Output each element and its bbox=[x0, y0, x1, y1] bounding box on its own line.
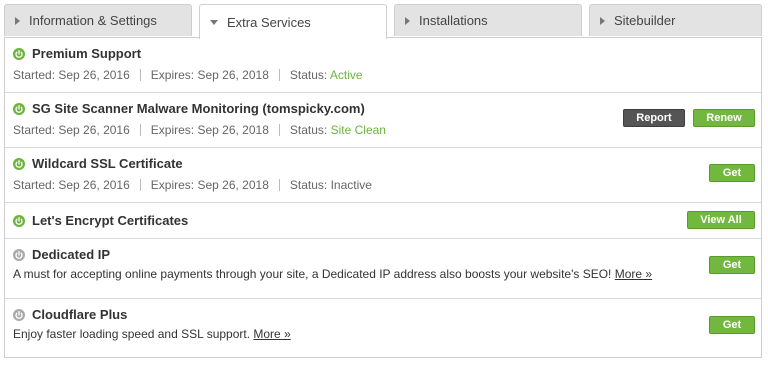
service-title-line: Premium Support bbox=[13, 46, 141, 61]
description-text: Enjoy faster loading speed and SSL suppo… bbox=[13, 327, 251, 341]
service-meta: Started: Sep 26, 2016 Expires: Sep 26, 20… bbox=[13, 68, 363, 82]
triangle-right-icon bbox=[600, 16, 605, 25]
expires-label: Expires: bbox=[150, 178, 195, 192]
service-title-line: Dedicated IP bbox=[13, 247, 110, 262]
power-off-icon bbox=[13, 248, 25, 261]
power-on-icon bbox=[13, 102, 25, 115]
service-row-dedicated-ip: Dedicated IP A must for accepting online… bbox=[5, 239, 761, 299]
tab-extra-services[interactable]: Extra Services bbox=[199, 4, 387, 39]
tab-label: Installations bbox=[419, 13, 488, 28]
expires-label: Expires: bbox=[150, 68, 195, 82]
service-title-line: SG Site Scanner Malware Monitoring (toms… bbox=[13, 101, 365, 116]
tab-information-settings[interactable]: Information & Settings bbox=[4, 4, 192, 36]
divider bbox=[139, 124, 141, 136]
triangle-right-icon bbox=[405, 16, 410, 25]
service-title: Wildcard SSL Certificate bbox=[32, 156, 183, 171]
expires-date: Sep 26, 2018 bbox=[197, 178, 269, 192]
expires-label: Expires: bbox=[150, 123, 195, 137]
started-date: Sep 26, 2016 bbox=[58, 178, 130, 192]
get-button[interactable]: Get bbox=[709, 164, 755, 182]
started-label: Started: bbox=[13, 123, 56, 137]
tab-label: Information & Settings bbox=[29, 13, 157, 28]
more-link[interactable]: More » bbox=[615, 267, 652, 281]
power-on-icon bbox=[13, 47, 25, 60]
expires-date: Sep 26, 2018 bbox=[197, 123, 269, 137]
status-value: Site Clean bbox=[330, 123, 386, 137]
service-title: Cloudflare Plus bbox=[32, 307, 128, 322]
report-button[interactable]: Report bbox=[623, 109, 685, 127]
power-on-icon bbox=[13, 214, 25, 227]
service-row-cloudflare-plus: Cloudflare Plus Enjoy faster loading spe… bbox=[5, 299, 761, 357]
status-value: Inactive bbox=[330, 178, 372, 192]
tab-installations[interactable]: Installations bbox=[394, 4, 582, 36]
view-all-button[interactable]: View All bbox=[687, 211, 755, 229]
divider bbox=[278, 124, 280, 136]
expires-date: Sep 26, 2018 bbox=[197, 68, 269, 82]
services-panel: Premium Support Started: Sep 26, 2016 Exp… bbox=[4, 37, 762, 358]
tab-sitebuilder[interactable]: Sitebuilder bbox=[589, 4, 762, 36]
triangle-right-icon bbox=[15, 16, 20, 25]
service-title: SG Site Scanner Malware Monitoring (toms… bbox=[32, 101, 365, 116]
power-on-icon bbox=[13, 157, 25, 170]
status-label: Status: bbox=[289, 178, 328, 192]
started-label: Started: bbox=[13, 68, 56, 82]
divider bbox=[278, 179, 280, 191]
service-description: A must for accepting online payments thr… bbox=[13, 267, 652, 281]
divider bbox=[139, 69, 141, 81]
service-row-lets-encrypt: Let's Encrypt Certificates View All bbox=[5, 203, 761, 239]
service-row-premium-support: Premium Support Started: Sep 26, 2016 Exp… bbox=[5, 38, 761, 93]
service-title: Let's Encrypt Certificates bbox=[32, 213, 189, 228]
triangle-down-icon bbox=[210, 19, 218, 25]
description-text: A must for accepting online payments thr… bbox=[13, 267, 612, 281]
divider bbox=[278, 69, 280, 81]
service-description: Enjoy faster loading speed and SSL suppo… bbox=[13, 327, 291, 341]
service-title-line: Let's Encrypt Certificates bbox=[13, 213, 188, 228]
get-button[interactable]: Get bbox=[709, 256, 755, 274]
started-label: Started: bbox=[13, 178, 56, 192]
service-title-line: Cloudflare Plus bbox=[13, 307, 127, 322]
service-title: Dedicated IP bbox=[32, 247, 111, 262]
tab-bar: Information & Settings Extra Services In… bbox=[4, 4, 762, 39]
service-meta: Started: Sep 26, 2016 Expires: Sep 26, 20… bbox=[13, 178, 372, 192]
status-value: Active bbox=[329, 68, 363, 82]
service-title: Premium Support bbox=[32, 46, 142, 61]
service-meta: Started: Sep 26, 2016 Expires: Sep 26, 20… bbox=[13, 123, 386, 137]
service-row-wildcard-ssl: Wildcard SSL Certificate Started: Sep 26… bbox=[5, 148, 761, 203]
started-date: Sep 26, 2016 bbox=[58, 68, 130, 82]
more-link[interactable]: More » bbox=[253, 327, 290, 341]
tab-label: Extra Services bbox=[227, 14, 311, 30]
status-label: Status: bbox=[289, 123, 328, 137]
status-label: Status: bbox=[289, 68, 328, 82]
started-date: Sep 26, 2016 bbox=[58, 123, 130, 137]
divider bbox=[139, 179, 141, 191]
tab-label: Sitebuilder bbox=[614, 13, 676, 28]
service-title-line: Wildcard SSL Certificate bbox=[13, 156, 183, 171]
renew-button[interactable]: Renew bbox=[693, 109, 755, 127]
get-button[interactable]: Get bbox=[709, 316, 755, 334]
service-row-site-scanner: SG Site Scanner Malware Monitoring (toms… bbox=[5, 93, 761, 148]
power-off-icon bbox=[13, 308, 25, 321]
